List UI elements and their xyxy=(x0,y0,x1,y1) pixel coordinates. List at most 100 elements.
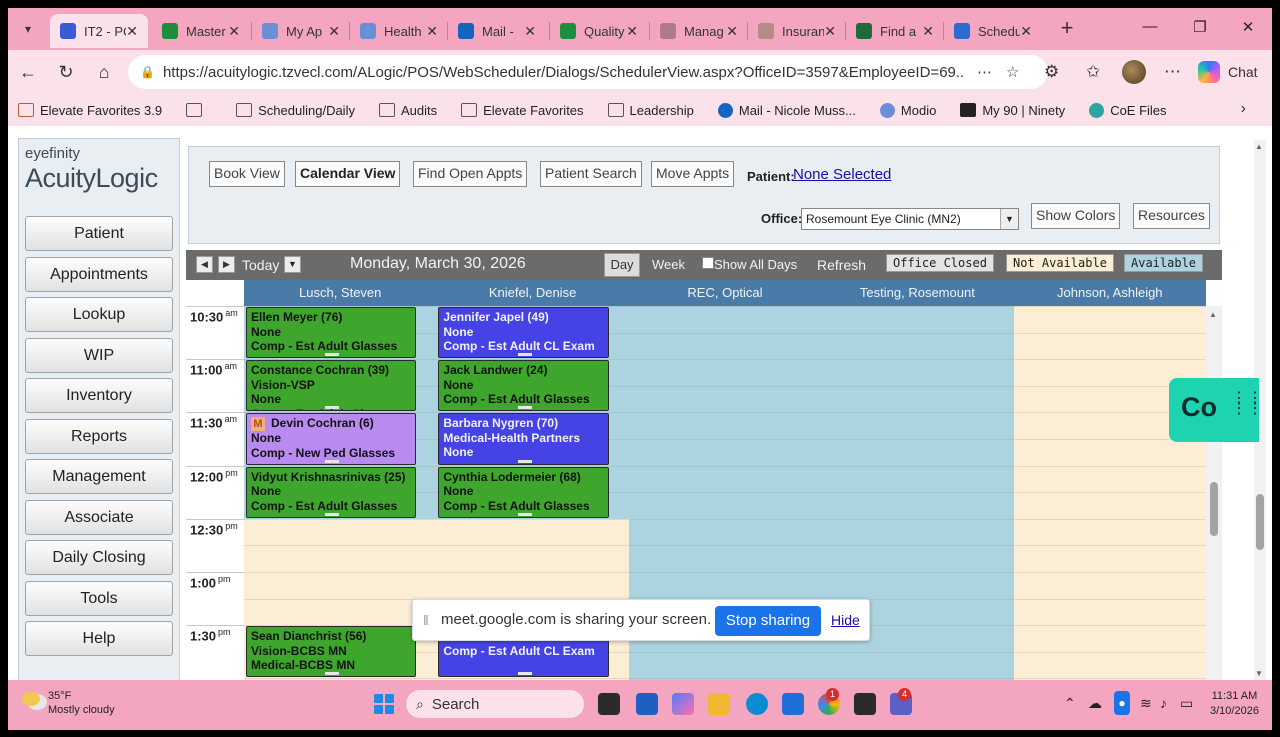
resize-handle[interactable] xyxy=(325,459,340,463)
scroll-up-icon[interactable]: ▲ xyxy=(1209,310,1217,319)
extensions-icon[interactable]: ⚙ xyxy=(1044,62,1059,82)
week-view-button[interactable]: Week xyxy=(652,257,685,272)
bookmark-item[interactable]: Elevate Favorites xyxy=(461,103,584,118)
resize-handle[interactable] xyxy=(325,672,340,676)
appointment-block[interactable]: M Devin Cochran (6) None Comp - New Ped Gla… xyxy=(246,413,417,465)
grid-scrollbar[interactable]: ▲ xyxy=(1206,306,1222,680)
resize-handle[interactable] xyxy=(517,353,532,357)
close-tab-icon[interactable]: ✕ xyxy=(1020,23,1032,40)
new-tab-button[interactable]: + xyxy=(1054,16,1080,42)
browser-tab[interactable]: Manag ✕ xyxy=(650,14,748,48)
provider-column-header[interactable]: REC, Optical xyxy=(629,280,821,306)
microphone-icon[interactable]: ● xyxy=(1114,691,1130,715)
nav-help-button[interactable]: Help xyxy=(25,621,173,656)
bookmark-item[interactable]: My 90 | Ninety xyxy=(960,103,1065,118)
nav-daily-closing-button[interactable]: Daily Closing xyxy=(25,540,173,575)
find-open-appts-button[interactable]: Find Open Appts xyxy=(413,161,528,187)
resources-button[interactable]: Resources xyxy=(1133,203,1210,229)
nav-wip-button[interactable]: WIP xyxy=(25,337,173,373)
grid-scroll-thumb[interactable] xyxy=(1210,482,1218,536)
appointment-block[interactable]: Sean Dianchrist (56) Vision-BCBS MN Medica… xyxy=(246,626,417,678)
nav-tools-button[interactable]: Tools xyxy=(25,580,173,616)
taskbar-clock[interactable]: 11:31 AM 3/10/2026 xyxy=(1210,689,1259,719)
chevron-down-icon[interactable]: ▼ xyxy=(1000,209,1018,229)
today-button[interactable]: Today xyxy=(242,257,279,273)
minimize-icon[interactable]: — xyxy=(1136,18,1164,40)
resize-handle[interactable] xyxy=(325,406,340,410)
resize-handle[interactable] xyxy=(517,512,532,516)
browser-tab[interactable]: Find a ✕ xyxy=(846,14,944,48)
profile-avatar[interactable] xyxy=(1122,60,1146,84)
browser-tab[interactable]: IT2 - PC✕ xyxy=(50,14,148,48)
close-tab-icon[interactable]: ✕ xyxy=(524,23,536,40)
bookmark-item[interactable]: Mail - Nicole Muss... xyxy=(717,102,856,118)
bookmark-item[interactable] xyxy=(186,103,208,117)
volume-icon[interactable]: ♪ xyxy=(1160,695,1167,711)
appointment-block[interactable]: Jack Landwer (24) None Comp - Est Adult Gl… xyxy=(438,360,609,412)
next-day-icon[interactable]: ▶ xyxy=(218,256,235,273)
favorite-star-icon[interactable]: ☆ xyxy=(1006,63,1019,81)
office-select[interactable]: Rosemount Eye Clinic (MN2) ▼ xyxy=(801,208,1019,230)
favorites-icon[interactable]: ✩ xyxy=(1086,62,1100,82)
tray-chevron-icon[interactable]: ⌃ xyxy=(1064,695,1076,712)
page-scroll-thumb[interactable] xyxy=(1256,494,1264,550)
nav-reports-button[interactable]: Reports xyxy=(25,418,173,454)
show-all-days-label[interactable]: Show All Days xyxy=(714,257,797,272)
show-colors-button[interactable]: Show Colors xyxy=(1031,203,1121,229)
wifi-icon[interactable]: ≋ xyxy=(1140,695,1152,712)
bookmark-item[interactable]: Modio xyxy=(879,102,936,118)
close-window-icon[interactable]: ✕ xyxy=(1234,18,1262,40)
sticky-notes-icon[interactable] xyxy=(854,693,876,715)
close-tab-icon[interactable]: ✕ xyxy=(922,23,934,40)
appointment-block[interactable]: Cynthia Lodermeier (68) None Comp - Est Ad… xyxy=(438,466,609,518)
appointment-block[interactable]: Barbara Nygren (70) Medical-Health Partne… xyxy=(438,413,609,465)
nav-lookup-button[interactable]: Lookup xyxy=(25,297,173,332)
browser-tab[interactable]: Master ✕ xyxy=(152,14,250,48)
nav-associate-button[interactable]: Associate xyxy=(25,499,173,535)
bookmark-item[interactable]: Scheduling/Daily xyxy=(236,103,355,118)
copilot-app-icon[interactable] xyxy=(672,693,694,715)
taskbar-search[interactable]: ⌕ Search xyxy=(406,690,584,718)
drag-handle-icon[interactable]: ‖ xyxy=(423,612,429,628)
nav-inventory-button[interactable]: Inventory xyxy=(25,378,173,413)
nav-appointments-button[interactable]: Appointments xyxy=(25,256,173,292)
settings-menu-icon[interactable]: ⋯ xyxy=(1164,62,1181,82)
close-tab-icon[interactable]: ✕ xyxy=(726,23,738,40)
calendar-view-button[interactable]: Calendar View xyxy=(295,161,401,187)
reload-icon[interactable]: ↻ xyxy=(54,60,78,84)
move-appts-button[interactable]: Move Appts xyxy=(651,161,735,187)
stop-sharing-button[interactable]: Stop sharing xyxy=(715,606,821,636)
hide-share-bar-link[interactable]: Hide xyxy=(831,612,860,628)
outlook-icon[interactable] xyxy=(782,693,804,715)
appointment-block[interactable]: Vidyut Krishnasrinivas (25) None Comp - Es… xyxy=(246,466,417,518)
today-dropdown-icon[interactable]: ▼ xyxy=(284,256,301,273)
lock-icon[interactable]: 🔒 xyxy=(140,65,155,79)
start-icon[interactable] xyxy=(374,694,394,714)
browser-tab[interactable]: Health ✕ xyxy=(350,14,448,48)
resize-handle[interactable] xyxy=(325,353,340,357)
resize-handle[interactable] xyxy=(517,459,532,463)
show-all-days-checkbox[interactable] xyxy=(702,257,714,269)
nav-management-button[interactable]: Management xyxy=(25,459,173,494)
home-icon[interactable]: ⌂ xyxy=(92,60,116,84)
provider-column-header[interactable]: Lusch, Steven xyxy=(244,280,436,306)
restore-icon[interactable]: ❐ xyxy=(1186,18,1214,40)
close-tab-icon[interactable]: ✕ xyxy=(426,23,438,40)
bookmark-item[interactable]: Leadership xyxy=(607,103,694,118)
bookmark-item[interactable]: Elevate Favorites 3.9 xyxy=(18,103,162,118)
close-tab-icon[interactable]: ✕ xyxy=(126,23,138,40)
more-icon[interactable]: ⋯ xyxy=(977,63,992,81)
nav-patient-button[interactable]: Patient xyxy=(25,216,173,251)
store-icon[interactable] xyxy=(636,693,658,715)
address-bar[interactable]: 🔒 https://acuitylogic.tzvecl.com/ALogic/… xyxy=(128,55,1048,89)
close-tab-icon[interactable]: ✕ xyxy=(626,23,638,40)
day-view-button[interactable]: Day xyxy=(604,253,640,277)
close-tab-icon[interactable]: ✕ xyxy=(328,23,340,40)
provider-column-header[interactable]: Testing, Rosemount xyxy=(821,280,1013,306)
bookmarks-more-icon[interactable]: › xyxy=(1241,100,1246,118)
prev-day-icon[interactable]: ◀ xyxy=(196,256,213,273)
co-floating-widget[interactable]: Co ⋮⋮ ⋮⋮ xyxy=(1169,378,1263,442)
appointment-block[interactable]: Jennifer Japel (49) None Comp - Est Adult … xyxy=(438,307,609,359)
browser-tab[interactable]: My Ap ✕ xyxy=(252,14,350,48)
browser-tab[interactable]: Insuran ✕ xyxy=(748,14,846,48)
